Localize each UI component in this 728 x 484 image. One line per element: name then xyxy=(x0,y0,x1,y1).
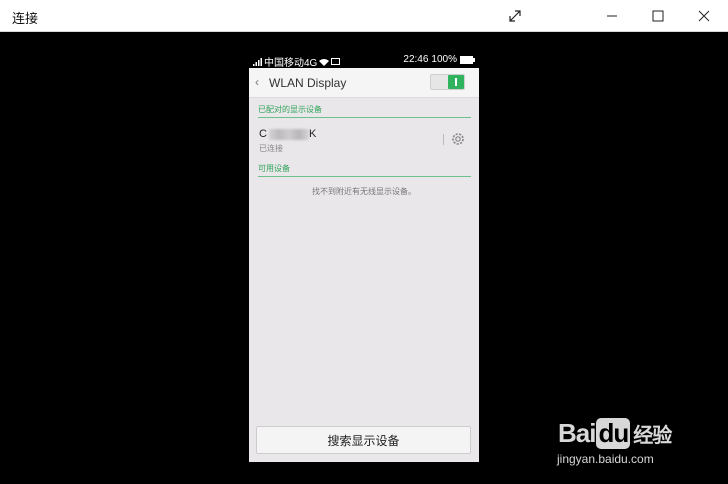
page-title: WLAN Display xyxy=(269,76,347,90)
baidu-watermark-logo: Bai du 经验 xyxy=(558,418,672,449)
title-bar: 连接 xyxy=(0,0,728,32)
watermark-brand-c: 经验 xyxy=(633,425,672,447)
watermark-brand-a: Bai xyxy=(558,418,596,448)
battery-percent: 100% xyxy=(431,54,457,65)
app-bar: ‹ WLAN Display xyxy=(249,68,479,98)
no-devices-message: 找不到附近有无线显示设备。 xyxy=(312,187,416,196)
window-title: 连接 xyxy=(12,11,39,26)
battery-icon xyxy=(460,55,475,64)
status-bar: 中国移动4G 22:46 100% xyxy=(249,52,479,69)
maximize-icon xyxy=(652,10,664,22)
device-name-redaction xyxy=(269,129,309,140)
carrier-label: 中国移动4G xyxy=(264,58,318,69)
wlan-display-toggle[interactable] xyxy=(430,74,465,90)
wifi-icon xyxy=(319,58,330,66)
toggle-knob xyxy=(448,75,464,89)
watermark-brand-b: du xyxy=(596,418,631,449)
phone-screen: 中国移动4G 22:46 100% ‹ WLAN Display 已配对的显示设… xyxy=(249,52,479,462)
paired-devices-header: 已配对的显示设备 xyxy=(258,104,471,118)
available-devices-header: 可用设备 xyxy=(258,163,471,177)
device-name-suffix: K xyxy=(309,128,317,140)
clock: 22:46 xyxy=(403,54,429,65)
signal-icon xyxy=(253,57,262,66)
maximize-button[interactable] xyxy=(635,0,681,32)
cast-icon xyxy=(331,58,341,65)
close-button[interactable] xyxy=(681,0,727,32)
minimize-button[interactable] xyxy=(589,0,635,32)
device-name-prefix: C xyxy=(259,128,267,140)
minimize-icon xyxy=(607,15,617,17)
watermark-url: jingyan.baidu.com xyxy=(557,452,654,466)
expand-icon xyxy=(509,10,521,22)
gear-icon[interactable] xyxy=(450,131,466,147)
device-status: 已连接 xyxy=(259,144,283,153)
row-divider xyxy=(443,134,444,145)
back-chevron-icon[interactable]: ‹ xyxy=(255,75,259,89)
expand-button[interactable] xyxy=(492,0,538,32)
close-icon xyxy=(698,10,710,22)
search-devices-button[interactable]: 搜索显示设备 xyxy=(256,426,471,454)
